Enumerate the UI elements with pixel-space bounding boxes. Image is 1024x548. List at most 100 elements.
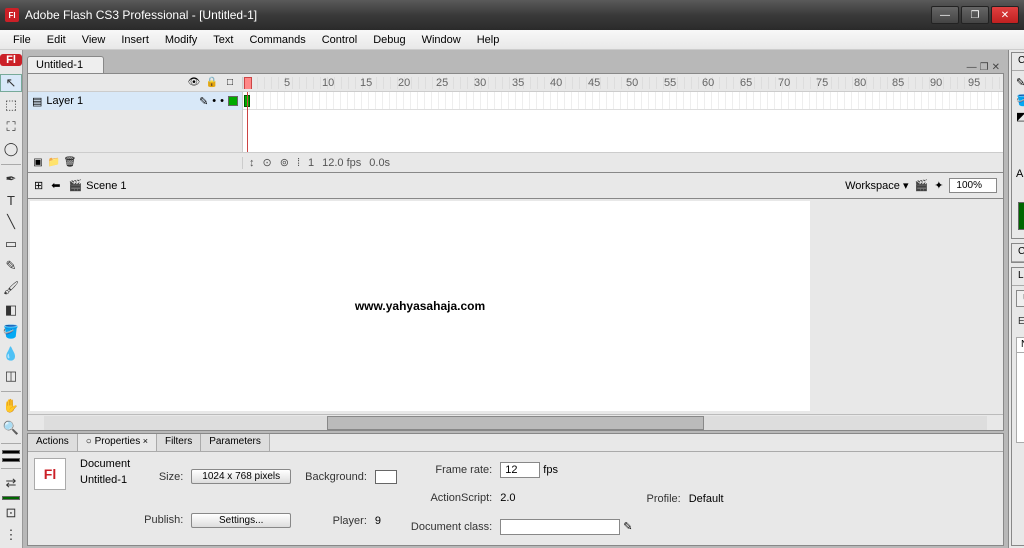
delete-layer-icon[interactable]: 🗑 [64,157,76,169]
color-panel: Color Swatches ✎ Type: Solid 🪣 ◩ ⊘ ⇄ [1011,52,1024,239]
timeline-ruler[interactable]: 15101520253035404550556065707580859095 [243,77,1003,89]
lock-layers-icon[interactable]: 🔒 [206,77,218,89]
lasso-tool[interactable]: ◯ [0,140,22,158]
tab-filters[interactable]: Filters [157,434,201,451]
fill-color-swatch[interactable] [2,458,20,462]
pen-tool[interactable]: ✒ [0,170,22,188]
layer-lock-dot[interactable]: • [220,95,224,107]
close-button[interactable]: ✕ [991,6,1019,24]
edit-class-icon[interactable]: ✎ [623,521,632,533]
size-button[interactable]: 1024 x 768 pixels [191,469,291,484]
library-list[interactable] [1016,353,1024,443]
menu-file[interactable]: File [6,32,38,48]
new-layer-icon[interactable]: ▣ [32,157,44,169]
swap-colors-icon[interactable]: ⇄ [0,474,22,492]
layer-outline-color[interactable] [228,96,238,106]
stage[interactable]: www.yahyasahaja.com [30,201,810,411]
doc-restore-icon[interactable]: ❐ [980,62,989,73]
back-arrow-icon[interactable]: ⬅ [51,179,60,192]
menu-edit[interactable]: Edit [40,32,73,48]
tab-properties[interactable]: ○ Properties [78,434,157,451]
subselection-tool[interactable]: ⬚ [0,96,22,114]
publish-label: Publish: [144,514,183,526]
layer-pencil-icon: ✎ [199,95,208,108]
menu-control[interactable]: Control [315,32,364,48]
edit-scene-button-icon[interactable]: 🎬 [915,179,929,192]
eyedropper-tool[interactable]: 💧 [0,345,22,363]
document-class-input[interactable] [500,519,620,535]
tab-components[interactable]: Components [1012,244,1024,261]
free-transform-tool[interactable]: ⛶ [0,118,22,136]
tab-actions[interactable]: Actions [28,434,78,451]
timeline-frames[interactable] [243,92,1003,152]
line-tool[interactable]: ╲ [0,213,22,231]
minimize-button[interactable]: — [931,6,959,24]
layer-row[interactable]: ▤ Layer 1 ✎ • • [28,92,242,110]
brush-tool[interactable]: 🖌 [0,279,22,297]
layer-visible-dot[interactable]: • [212,95,216,107]
text-tool[interactable]: T [0,192,22,209]
snap-to-objects-icon[interactable]: ⊡ [0,504,22,522]
layer-name: Layer 1 [46,95,83,107]
size-label: Size: [144,471,183,483]
workspace-dropdown[interactable]: Workspace ▾ [845,179,908,192]
doc-close-icon[interactable]: ✕ [992,62,1000,73]
stage-container: www.yahyasahaja.com [27,199,1004,431]
zoom-tool[interactable]: 🔍 [0,419,22,437]
show-hide-layers-icon[interactable]: 👁 [188,77,200,89]
edit-scene-icon[interactable]: ⊞ [34,179,43,192]
tools-panel: Fl ↖ ⬚ ⛶ ◯ ✒ T ╲ ▭ ✎ 🖌 ◧ 🪣 💧 ◫ ✋ 🔍 ⇄ ⊡ ⋮ [0,50,23,548]
document-tab[interactable]: Untitled-1 [27,56,104,73]
new-folder-icon[interactable]: 📁 [48,157,60,169]
menu-window[interactable]: Window [415,32,468,48]
menu-text[interactable]: Text [206,32,240,48]
tab-color[interactable]: Color [1012,53,1024,70]
menu-help[interactable]: Help [470,32,507,48]
bucket-fill-icon[interactable]: 🪣 [1016,94,1024,107]
stroke-color-swatch[interactable] [2,450,20,454]
playhead-icon[interactable] [244,77,252,89]
tab-library[interactable]: Library [1012,268,1024,285]
background-color-swatch[interactable] [375,470,397,484]
edit-bar: ⊞ ⬅ 🎬 Scene 1 Workspace ▾ 🎬 ✦ 100% [27,173,1004,199]
eraser-tool[interactable]: ◫ [0,367,22,385]
app-icon: Fl [5,8,19,22]
hand-tool[interactable]: ✋ [0,397,22,415]
tab-parameters[interactable]: Parameters [201,434,270,451]
onion-skin-icon[interactable]: ⊙ [263,156,272,169]
pencil-stroke-icon[interactable]: ✎ [1016,76,1024,89]
watermark-text: www.yahyasahaja.com [355,299,485,313]
framerate-input[interactable] [500,462,540,478]
doc-minimize-icon[interactable]: — [967,62,977,73]
current-frame: 1 [308,157,314,169]
menu-commands[interactable]: Commands [242,32,312,48]
center-frame-icon[interactable]: ↕ [249,157,255,169]
settings-button[interactable]: Settings... [191,513,291,528]
library-col-name[interactable]: Name [1017,338,1024,352]
frame-rate: 12.0 fps [322,157,361,169]
options-icon[interactable]: ⋮ [0,526,22,544]
scene-breadcrumb[interactable]: 🎬 Scene 1 [68,179,126,192]
selection-tool[interactable]: ↖ [0,74,22,92]
current-color-swatch[interactable] [2,496,20,500]
bw-icon[interactable]: ◩ [1016,110,1024,123]
horizontal-scrollbar[interactable] [28,414,1003,430]
menu-view[interactable]: View [75,32,113,48]
rectangle-tool[interactable]: ▭ [0,235,22,253]
outline-layers-icon[interactable]: □ [224,77,236,89]
menu-modify[interactable]: Modify [158,32,204,48]
library-document-select[interactable]: Untitled-1 [1016,290,1024,307]
ink-bottle-tool[interactable]: ◧ [0,301,22,319]
framerate-label: Frame rate: [411,464,492,476]
onion-skin-outlines-icon[interactable]: ⊚ [280,156,289,169]
menu-debug[interactable]: Debug [366,32,412,48]
library-panel: Library Scene Untitled-1 📌 ⊞ Empty libra… [1011,267,1024,546]
paint-bucket-tool[interactable]: 🪣 [0,323,22,341]
edit-symbols-icon[interactable]: ✦ [934,179,943,192]
maximize-button[interactable]: ❐ [961,6,989,24]
edit-multiple-frames-icon[interactable]: ⁞ [297,157,300,169]
document-name: Untitled-1 [80,474,127,486]
zoom-combo[interactable]: 100% [949,178,997,193]
pencil-tool[interactable]: ✎ [0,257,22,275]
menu-insert[interactable]: Insert [114,32,156,48]
